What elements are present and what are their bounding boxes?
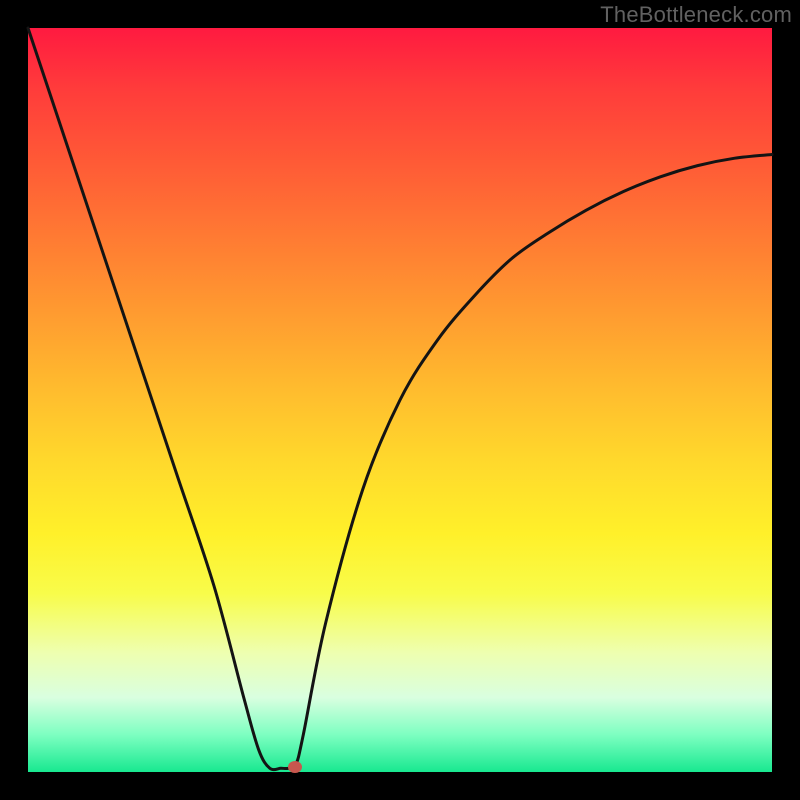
bottleneck-curve xyxy=(28,28,772,772)
curve-path xyxy=(28,28,772,770)
minimum-marker xyxy=(288,761,302,773)
chart-frame: TheBottleneck.com xyxy=(0,0,800,800)
watermark-text: TheBottleneck.com xyxy=(600,2,792,28)
plot-area xyxy=(28,28,772,772)
